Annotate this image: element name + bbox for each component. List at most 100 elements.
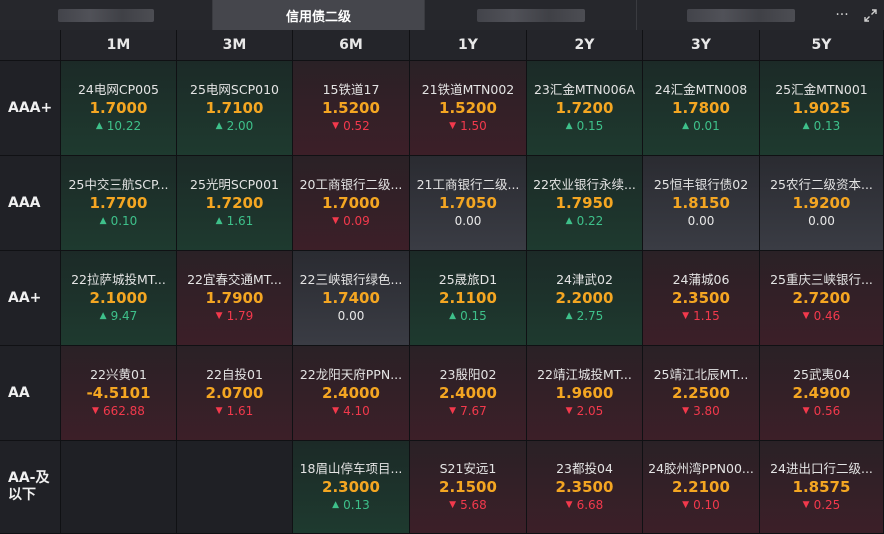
- grid-cell-aa-1y[interactable]: 23殷阳02 2.4000 ▼ 7.67: [410, 346, 527, 441]
- bond-yield: 1.8575: [792, 478, 851, 496]
- grid-cell-aa-5y[interactable]: 25武夷04 2.4900 ▼ 0.56: [760, 346, 884, 441]
- bond-name: 22拉萨城投MT...: [71, 272, 166, 287]
- grid-cell-aa-plus-6m[interactable]: 22三峡银行绿色... 1.7400 0.00: [293, 251, 410, 346]
- bond-change: ▼ 0.10: [682, 497, 720, 513]
- bond-name: 22龙阳天府PPN...: [299, 367, 403, 382]
- up-arrow-icon: ▲: [682, 121, 690, 131]
- bond-name: 23汇金MTN006A: [533, 82, 636, 97]
- bond-yield: 1.5200: [439, 99, 497, 117]
- grid-cell-aaa-plus-2y[interactable]: 23汇金MTN006A 1.7200 ▲ 0.15: [527, 61, 643, 156]
- grid-cell-aa-plus-3m[interactable]: 22宜春交通MT... 1.7900 ▼ 1.79: [177, 251, 293, 346]
- bond-name: S21安远1: [439, 461, 497, 476]
- bond-name: 22兴黄01: [90, 367, 147, 382]
- grid-cell-aa-minus-below-6m[interactable]: 18眉山停车项目... 2.3000 ▲ 0.13: [293, 441, 410, 534]
- bond-change: ▲ 0.13: [803, 118, 841, 134]
- grid-cell-aaa-plus-3m[interactable]: 25电网SCP010 1.7100 ▲ 2.00: [177, 61, 293, 156]
- grid-cell-aa-minus-below-3y[interactable]: 24胶州湾PPN00... 2.2100 ▼ 0.10: [643, 441, 760, 534]
- bond-yield: 1.9200: [792, 194, 851, 212]
- bond-change: ▼ 0.09: [332, 213, 370, 229]
- grid-cell-aa-plus-1m[interactable]: 22拉萨城投MT... 2.1000 ▲ 9.47: [61, 251, 177, 346]
- down-arrow-icon: ▼: [565, 500, 573, 510]
- bond-yield: 2.1500: [439, 478, 497, 496]
- bond-yield: 1.7000: [322, 194, 380, 212]
- down-arrow-icon: ▼: [332, 216, 340, 226]
- grid-cell-aa-2y[interactable]: 22靖江城投MT... 1.9600 ▼ 2.05: [527, 346, 643, 441]
- bond-yield: 1.7200: [205, 194, 264, 212]
- grid-cell-aa-3y[interactable]: 25靖江北辰MT... 2.2500 ▼ 3.80: [643, 346, 760, 441]
- grid-cell-aaa-1m[interactable]: 25中交三航SCP... 1.7700 ▲ 0.10: [61, 156, 177, 251]
- grid-cell-aaa-3y[interactable]: 25恒丰银行债02 1.8150 0.00: [643, 156, 760, 251]
- bond-change: ▲ 2.00: [216, 118, 254, 134]
- bond-name: 23殷阳02: [439, 367, 497, 382]
- grid-cell-aaa-3m[interactable]: 25光明SCP001 1.7200 ▲ 1.61: [177, 156, 293, 251]
- up-arrow-icon: ▲: [565, 311, 573, 321]
- bond-change-value: 6.68: [576, 498, 604, 512]
- grid-cell-aaa-1y[interactable]: 21工商银行二级... 1.7050 0.00: [410, 156, 527, 251]
- app-window: 信用债二级 ··· 1M 3M 6M 1Y 2Y 3Y 5Y AAA+ 24电网CP005 1.7…: [0, 0, 884, 534]
- bond-yield: 2.1000: [89, 289, 148, 307]
- bond-change: ▲ 2.75: [566, 308, 604, 324]
- bond-yield: 2.3000: [322, 478, 380, 496]
- grid-cell-aa-plus-2y[interactable]: 24津武02 2.2000 ▲ 2.75: [527, 251, 643, 346]
- bond-change: ▼ 0.52: [332, 118, 370, 134]
- grid-cell-aaa-6m[interactable]: 20工商银行二级... 1.7000 ▼ 0.09: [293, 156, 410, 251]
- bond-change-value: 10.22: [106, 119, 142, 133]
- tab-credit-bond-secondary[interactable]: 信用债二级: [213, 0, 425, 30]
- bond-change-value: 4.10: [343, 404, 370, 418]
- tab-tools: ···: [828, 0, 884, 30]
- bond-change: ▲ 10.22: [96, 118, 141, 134]
- bond-yield: 1.5200: [322, 99, 380, 117]
- up-arrow-icon: ▲: [449, 311, 457, 321]
- bond-change: ▼ 7.67: [449, 403, 487, 419]
- down-arrow-icon: ▼: [332, 406, 340, 416]
- grid-cell-aa-plus-1y[interactable]: 25晟旅D1 2.1100 ▲ 0.15: [410, 251, 527, 346]
- bond-change: ▲ 0.01: [682, 118, 720, 134]
- grid-cell-aaa-plus-6m[interactable]: 15铁道17 1.5200 ▼ 0.52: [293, 61, 410, 156]
- down-arrow-icon: ▼: [215, 311, 223, 321]
- column-header-2y: 2Y: [527, 30, 643, 61]
- bond-change: ▼ 2.05: [566, 403, 604, 419]
- bond-change-value: 0.09: [343, 214, 370, 228]
- grid-cell-aa-plus-3y[interactable]: 24蒲城06 2.3500 ▼ 1.15: [643, 251, 760, 346]
- bond-change-value: 0.10: [693, 498, 720, 512]
- grid-cell-aa-minus-below-5y[interactable]: 24进出口行二级... 1.8575 ▼ 0.25: [760, 441, 884, 534]
- bond-change-value: 0.46: [813, 309, 841, 323]
- bond-name: 24电网CP005: [77, 82, 160, 97]
- grid-cell-aa-6m[interactable]: 22龙阳天府PPN... 2.4000 ▼ 4.10: [293, 346, 410, 441]
- grid-cell-aaa-plus-5y[interactable]: 25汇金MTN001 1.9025 ▲ 0.13: [760, 61, 884, 156]
- grid-cell-aaa-plus-1m[interactable]: 24电网CP005 1.7000 ▲ 10.22: [61, 61, 177, 156]
- bond-change-value: 1.61: [226, 214, 254, 228]
- bond-change: 0.00: [808, 213, 835, 229]
- bond-change: 0.00: [338, 308, 365, 324]
- bond-name: 25重庆三峡银行...: [770, 272, 873, 287]
- tab-redacted-1[interactable]: [0, 0, 213, 30]
- down-arrow-icon: ▼: [802, 311, 810, 321]
- bond-name: 22农业银行永续...: [533, 177, 636, 192]
- grid-cell-aa-plus-5y[interactable]: 25重庆三峡银行... 2.7200 ▼ 0.46: [760, 251, 884, 346]
- grid-cell-aaa-plus-3y[interactable]: 24汇金MTN008 1.7800 ▲ 0.01: [643, 61, 760, 156]
- grid-cell-aa-1m[interactable]: 22兴黄01 -4.5101 ▼ 662.88: [61, 346, 177, 441]
- grid-cell-aaa-2y[interactable]: 22农业银行永续... 1.7950 ▲ 0.22: [527, 156, 643, 251]
- bond-yield: 2.4900: [792, 384, 851, 402]
- grid-cell-aa-minus-below-2y[interactable]: 23都投04 2.3500 ▼ 6.68: [527, 441, 643, 534]
- more-icon[interactable]: ···: [828, 0, 856, 30]
- grid-cell-aa-3m[interactable]: 22自投01 2.0700 ▼ 1.61: [177, 346, 293, 441]
- grid-cell-aaa-plus-1y[interactable]: 21铁道MTN002 1.5200 ▼ 1.50: [410, 61, 527, 156]
- row-label-aa: AA: [0, 346, 61, 441]
- bond-change-value: 2.75: [576, 309, 604, 323]
- bond-name: 25恒丰银行债02: [653, 177, 749, 192]
- bond-change-value: 2.05: [576, 404, 604, 418]
- bond-change: ▼ 662.88: [92, 403, 145, 419]
- expand-icon[interactable]: [856, 0, 884, 30]
- bond-change-value: 0.13: [813, 119, 841, 133]
- bond-yield: 2.0700: [205, 384, 264, 402]
- tab-redacted-2[interactable]: [425, 0, 637, 30]
- bond-change: ▼ 4.10: [332, 403, 370, 419]
- grid-cell-aa-minus-below-1y[interactable]: S21安远1 2.1500 ▼ 5.68: [410, 441, 527, 534]
- up-arrow-icon: ▲: [565, 121, 573, 131]
- bond-change: ▼ 1.50: [449, 118, 487, 134]
- bond-yield: 1.7400: [322, 289, 380, 307]
- expand-icon-svg: [863, 8, 877, 22]
- down-arrow-icon: ▼: [682, 500, 690, 510]
- grid-cell-aaa-5y[interactable]: 25农行二级资本... 1.9200 0.00: [760, 156, 884, 251]
